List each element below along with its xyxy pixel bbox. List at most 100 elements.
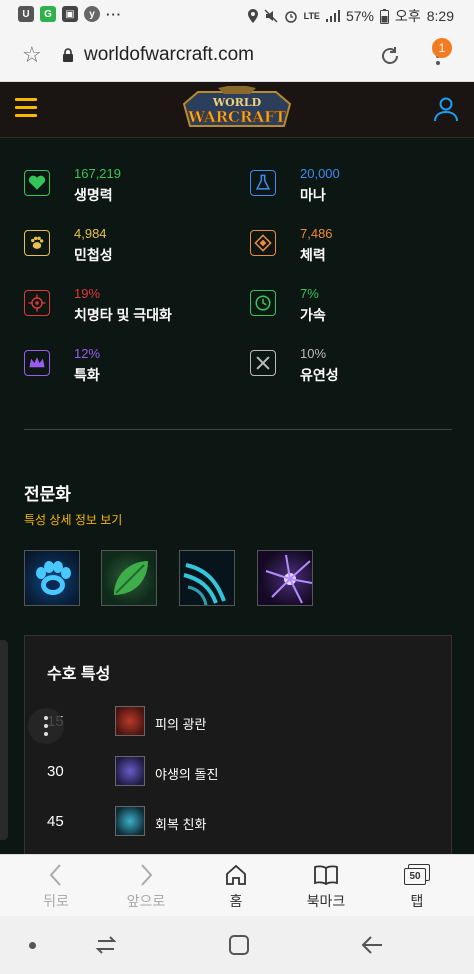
stat-7: 10% 유연성 [250,346,450,392]
stat-3: 7,486 체력 [250,226,450,272]
stat-value: 167,219 [74,166,121,181]
stat-value: 7,486 [300,226,333,241]
location-icon [247,9,258,23]
target-icon [24,290,50,316]
time-period: 오후 [394,8,421,24]
bookmark-star-icon[interactable]: ☆ [22,43,42,67]
stat-name: 유연성 [300,367,339,383]
talent-name: 야생의 돌진 [155,767,219,782]
talent-row[interactable]: 30 야생의 돌진 [47,756,427,788]
home-label: 홈 [229,893,243,909]
more-notifications-icon: ··· [106,6,122,22]
stat-name: 마나 [300,187,326,203]
app-notification-icon: ▣ [62,6,78,22]
flask-icon [250,170,276,196]
edge-panel-handle[interactable] [0,640,8,840]
url-text[interactable]: worldofwarcraft.com [84,44,254,66]
battery-icon [379,8,389,24]
reload-icon[interactable] [378,44,402,68]
tools-icon [250,350,276,376]
browser-bottom-bar: 뒤로 앞으로 홈 북마크 50 탭 [0,854,474,916]
app-notification-icon: G [40,6,56,22]
talent-name: 회복 친화 [155,817,207,832]
specialization-title: 전문화 [24,485,71,504]
status-bar: U G ▣ y ··· LTE 57% 오후 8:29 [0,0,474,30]
stat-name: 치명타 및 극대화 [74,307,172,323]
stat-value: 19% [74,286,101,301]
diamond-icon [250,230,276,256]
back-label: 뒤로 [43,893,69,909]
burst-spell-icon[interactable] [257,550,313,606]
paw-spell-icon[interactable] [24,550,80,606]
tabs-label: 탭 [410,893,424,909]
user-account-icon[interactable] [433,96,459,122]
talent-row[interactable]: 45 회복 친화 [47,806,427,838]
stat-name: 생명력 [74,187,113,203]
stat-6: 12% 특화 [24,346,224,392]
stat-value: 10% [300,346,327,361]
character-page-content: 167,219 생명력 20,000 마나 4,984 민첩성 7,486 체력 19% 치명타 … [0,138,474,854]
talent-level: 30 [47,763,64,780]
back-arrow-icon[interactable] [360,934,384,956]
forward-label: 앞으로 [126,893,166,909]
mute-icon [264,9,278,23]
back-button[interactable]: 뒤로 [21,861,91,911]
talent-name: 피의 광란 [155,717,207,732]
stat-value: 12% [74,346,101,361]
signal-icon [325,10,340,22]
talents-panel: 수호 특성 15피의 광란 30 야생의 돌진 45 회복 친화 [24,635,452,854]
wow-logo[interactable]: WORLD WARCRAFT [178,84,296,134]
forward-icon [141,864,153,886]
home-button[interactable]: 홈 [201,861,271,911]
paw-icon [24,230,50,256]
stat-4: 19% 치명타 및 극대화 [24,286,224,332]
notification-badge: 1 [432,38,452,58]
back-icon [49,864,61,886]
talent-level: 45 [47,813,64,830]
hamburger-menu-icon[interactable] [15,98,37,118]
stat-value: 20,000 [300,166,340,181]
crown-icon [24,350,50,376]
android-navigation-bar [0,916,474,974]
nav-dot-icon[interactable] [29,942,36,949]
stat-value: 4,984 [74,226,107,241]
tabs-button[interactable]: 50 탭 [382,861,452,911]
bookmark-label: 북마크 [306,893,346,909]
bookmark-icon [314,865,338,886]
home-square-icon[interactable] [228,934,250,956]
recent-apps-icon[interactable] [94,934,118,956]
stat-name: 가속 [300,307,326,323]
network-type: LTE [303,11,320,21]
stat-2: 4,984 민첩성 [24,226,224,272]
alarm-icon [284,11,297,23]
talents-title: 수호 특성 [47,666,111,683]
clock: 8:29 [426,8,454,24]
svg-text:WARCRAFT: WARCRAFT [187,108,287,126]
wow-logo-emblem: WORLD WARCRAFT [182,84,292,127]
heart-icon [24,170,50,196]
bookmark-button[interactable]: 북마크 [291,861,361,911]
stat-name: 특화 [74,367,100,383]
section-divider [24,429,452,430]
stat-5: 7% 가속 [250,286,450,332]
site-header: WORLD WARCRAFT [0,82,474,138]
clock-icon [250,290,276,316]
stat-value: 7% [300,286,319,301]
stat-0: 167,219 생명력 [24,166,224,212]
lock-icon [63,48,73,62]
app-notification-icon: y [84,6,100,22]
claw-spell-icon[interactable] [179,550,235,606]
floating-more-button[interactable] [28,708,64,744]
browser-url-bar: ☆ worldofwarcraft.com 1 [0,30,474,82]
stat-name: 민첩성 [74,247,113,263]
leaf-spell-icon[interactable] [101,550,157,606]
home-icon [226,864,246,885]
blood-frenzy-icon [115,706,145,736]
forward-button[interactable]: 앞으로 [111,861,181,911]
restoration-affinity-icon [115,806,145,836]
app-notification-icon: U [18,6,34,22]
tab-count: 50 [404,868,426,885]
talent-details-link[interactable]: 특성 상세 정보 보기 [24,511,122,528]
talent-row[interactable]: 15피의 광란 [47,706,427,738]
stat-1: 20,000 마나 [250,166,450,212]
